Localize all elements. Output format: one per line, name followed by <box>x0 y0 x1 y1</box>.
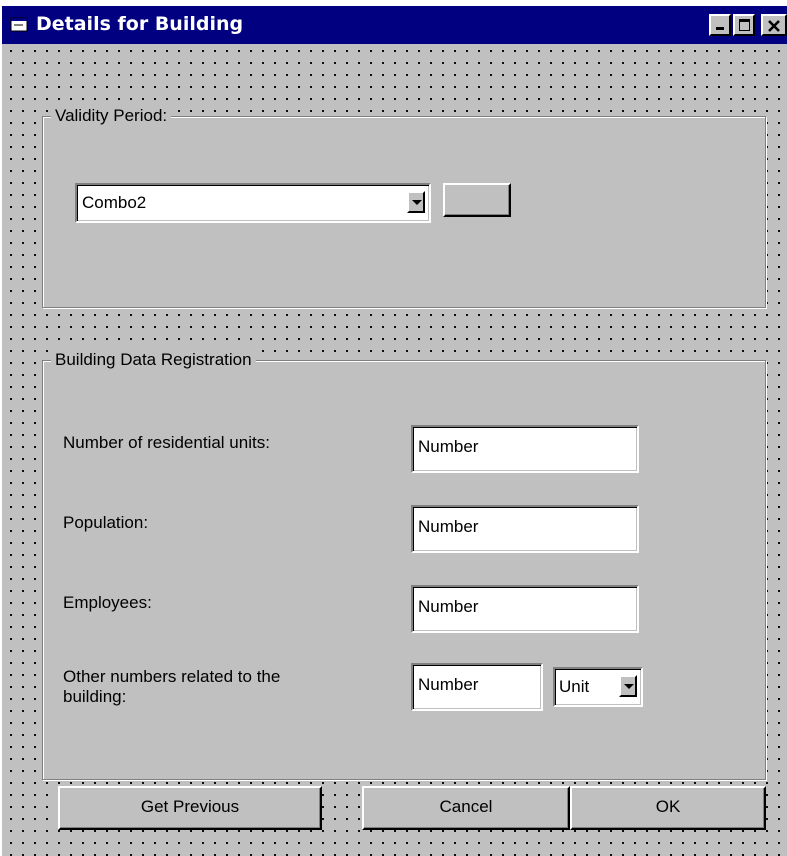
population-label: Population: <box>63 513 149 532</box>
other-numbers-value: Number <box>418 675 479 694</box>
residential-units-input[interactable]: Number <box>411 425 639 473</box>
cancel-label: Cancel <box>439 797 493 816</box>
other-numbers-label-line1: Other numbers related to the <box>63 667 281 686</box>
get-previous-button[interactable]: Get Previous <box>58 786 322 830</box>
validity-combo[interactable]: Combo2 <box>75 183 431 223</box>
validity-combo-value: Combo2 <box>82 193 147 212</box>
other-numbers-label-line2: building: <box>63 687 127 706</box>
other-numbers-input[interactable]: Number <box>411 663 543 711</box>
residential-units-value: Number <box>418 437 479 456</box>
chevron-down-icon[interactable] <box>407 191 425 213</box>
unit-select[interactable]: Unit <box>553 667 643 707</box>
maximize-button[interactable] <box>733 14 755 36</box>
population-input[interactable]: Number <box>411 505 639 553</box>
validity-period-group: Validity Period: Combo2 <box>42 105 766 308</box>
chevron-down-icon[interactable] <box>619 675 637 697</box>
employees-label: Employees: <box>63 593 152 612</box>
validity-period-legend: Validity Period: <box>51 105 172 127</box>
employees-input[interactable]: Number <box>411 585 639 633</box>
title-bar[interactable]: Details for Building <box>2 6 787 44</box>
window-title: Details for Building <box>36 13 244 35</box>
building-data-registration-legend: Building Data Registration <box>51 349 256 371</box>
get-previous-label: Get Previous <box>140 797 240 816</box>
employees-value: Number <box>418 597 479 616</box>
residential-units-label: Number of residential units: <box>63 433 270 452</box>
minimize-button[interactable] <box>709 14 731 36</box>
validity-browse-button[interactable] <box>443 183 511 217</box>
ok-button[interactable]: OK <box>570 786 766 830</box>
population-value: Number <box>418 517 479 536</box>
building-data-registration-group: Building Data Registration Number of res… <box>42 349 766 780</box>
unit-select-value: Unit <box>559 677 590 696</box>
cancel-button[interactable]: Cancel <box>362 786 570 830</box>
details-dialog: Details for Building Validity Period: Co… <box>0 4 787 856</box>
ok-label: OK <box>655 797 681 816</box>
window-app-icon[interactable] <box>10 16 30 34</box>
close-button[interactable] <box>761 14 787 36</box>
close-icon <box>768 20 780 32</box>
